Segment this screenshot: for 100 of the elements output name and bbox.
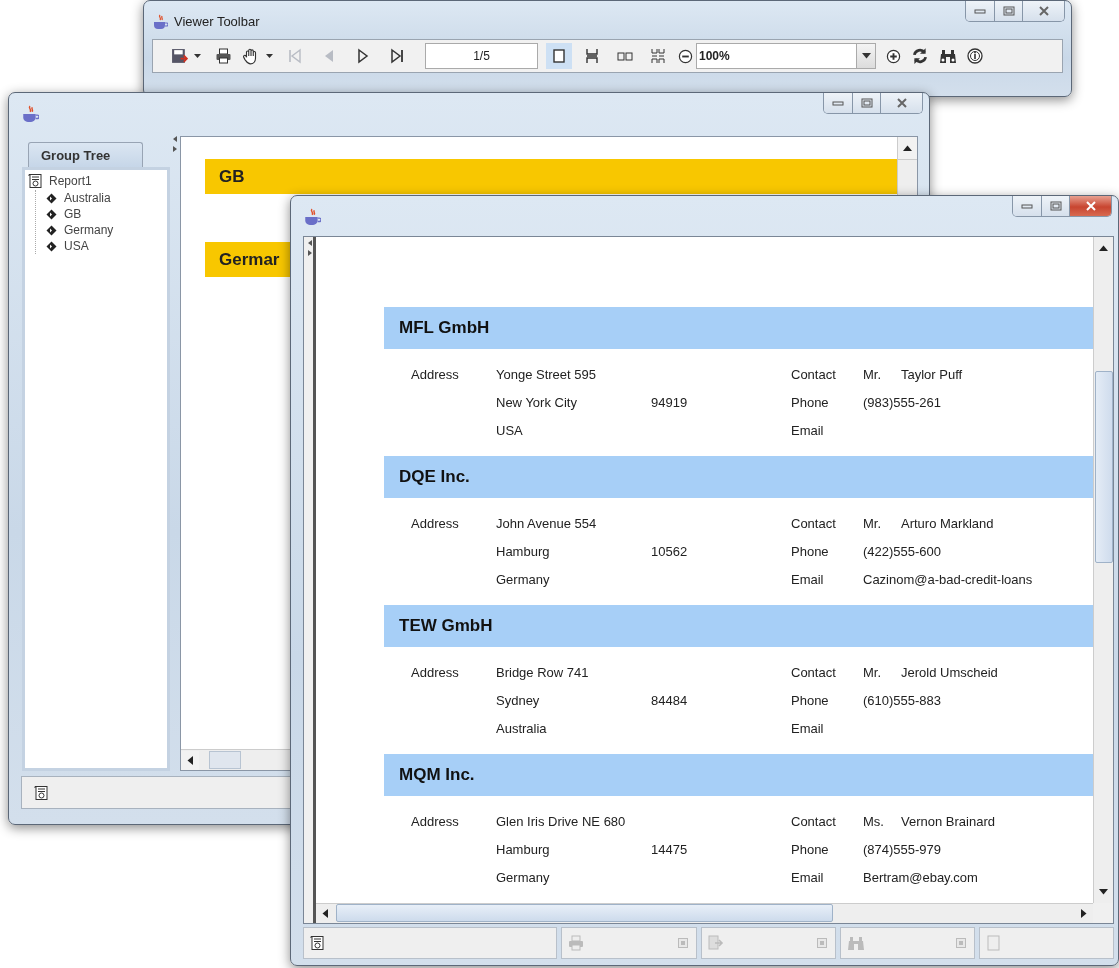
field-text: Address <box>411 367 460 383</box>
scroll-down-icon[interactable] <box>1099 888 1108 895</box>
field-text: (422)555-600 <box>863 544 943 560</box>
field-text: Mr. <box>863 367 883 383</box>
field-text: (874)555-979 <box>863 842 943 858</box>
maximize-icon[interactable] <box>860 98 873 108</box>
scrollbar-thumb[interactable] <box>336 904 833 923</box>
cup-icon <box>152 14 168 30</box>
field-text: Email <box>791 870 825 886</box>
caret-icon[interactable] <box>266 53 273 59</box>
field-text: Contact <box>791 814 837 830</box>
company-name: DQE Inc. <box>399 466 470 487</box>
node-icon <box>46 192 57 204</box>
field-text: Bertram@ebay.com <box>863 870 979 886</box>
maximize-button[interactable] <box>994 1 1022 21</box>
group-header: Germar <box>219 249 280 270</box>
field-text: Mr. <box>863 665 883 681</box>
printer-icon[interactable] <box>215 48 232 64</box>
close-icon[interactable] <box>895 98 908 108</box>
field-text: Phone <box>791 395 830 411</box>
field-text: Cazinom@a-bad-credit-loans <box>863 572 1034 588</box>
group-tree-tab[interactable]: Group Tree <box>28 142 143 167</box>
dropdown-button[interactable] <box>856 43 876 69</box>
caret-icon[interactable] <box>194 53 201 59</box>
maximize-icon[interactable] <box>1002 6 1015 16</box>
info-icon[interactable] <box>967 48 983 64</box>
next-page-icon[interactable] <box>355 48 371 64</box>
scroll-up-icon[interactable] <box>903 145 912 151</box>
field-text: 94919 <box>651 395 689 411</box>
tree-item[interactable]: USA <box>64 239 89 253</box>
field-text: Email <box>791 721 825 737</box>
close-button[interactable] <box>880 93 922 113</box>
field-text: Address <box>411 665 460 681</box>
field-text: Glen Iris Drive NE 680 <box>496 814 627 830</box>
tree-item[interactable]: Australia <box>64 191 111 205</box>
field-text: Email <box>791 572 825 588</box>
page-field[interactable]: 1/5 <box>425 43 538 69</box>
field-text: Phone <box>791 693 830 709</box>
field-text: (610)555-883 <box>863 693 943 709</box>
node-icon <box>46 208 57 220</box>
minimize-icon[interactable] <box>974 7 986 15</box>
splitter-arrows-icon[interactable] <box>172 135 178 153</box>
close-icon[interactable] <box>1037 6 1050 16</box>
scrollbar-thumb[interactable] <box>209 751 241 769</box>
report-icon <box>34 783 49 802</box>
minimize-icon[interactable] <box>1021 202 1033 210</box>
caret-icon[interactable] <box>861 53 871 59</box>
field-text: Hamburg <box>496 544 551 560</box>
field-text: Contact <box>791 367 837 383</box>
splitter-arrows-icon[interactable] <box>307 238 313 257</box>
scroll-up-icon[interactable] <box>1099 244 1108 251</box>
maximize-button[interactable] <box>1041 196 1069 216</box>
zoom-field[interactable]: 100% <box>696 43 856 69</box>
field-text: Phone <box>791 544 830 560</box>
continuous-page-icon[interactable] <box>584 48 600 64</box>
single-page-icon[interactable] <box>551 48 567 64</box>
report-icon <box>310 933 325 952</box>
close-button[interactable] <box>1069 196 1111 216</box>
close-button[interactable] <box>1022 1 1064 21</box>
multiple-pages-icon[interactable] <box>650 48 666 64</box>
binoculars-icon[interactable] <box>939 48 957 64</box>
field-text: Address <box>411 814 460 830</box>
field-text: Phone <box>791 842 830 858</box>
last-page-icon[interactable] <box>389 48 405 64</box>
maximize-button[interactable] <box>852 93 880 113</box>
field-text: Address <box>411 516 460 532</box>
field-text: Mr. <box>863 516 883 532</box>
company-name: TEW GmbH <box>399 615 493 636</box>
vertical-scrollbar[interactable] <box>1093 236 1113 903</box>
refresh-icon[interactable] <box>911 47 929 65</box>
scroll-up-button[interactable] <box>898 137 917 160</box>
field-text: Contact <box>791 665 837 681</box>
horizontal-scrollbar[interactable] <box>316 902 1093 923</box>
tree-item[interactable]: Report1 <box>49 174 92 188</box>
scroll-left-button[interactable] <box>181 750 199 770</box>
save-icon[interactable] <box>171 47 188 65</box>
scrollbar-thumb[interactable] <box>1094 370 1113 563</box>
field-text: Yonge Street 595 <box>496 367 597 383</box>
tree-item[interactable]: GB <box>64 207 82 221</box>
field-text: Arturo Markland <box>901 516 995 532</box>
minimize-icon[interactable] <box>832 99 844 107</box>
company-name: MQM Inc. <box>399 764 475 785</box>
field-text: John Avenue 554 <box>496 516 598 532</box>
field-text: Vernon Brainard <box>901 814 996 830</box>
field-text: (983)555-261 <box>863 395 943 411</box>
zoom-in-icon[interactable] <box>886 48 901 64</box>
field-text: Bridge Row 741 <box>496 665 590 681</box>
maximize-icon[interactable] <box>1049 201 1062 211</box>
scroll-left-icon[interactable] <box>322 908 328 918</box>
field-text: Jerold Umscheid <box>901 665 999 681</box>
company-name: MFL GmbH <box>399 317 490 338</box>
field-text: Ms. <box>863 814 885 830</box>
field-text: Sydney <box>496 693 541 709</box>
tree-item[interactable]: Germany <box>64 223 114 237</box>
zoom-out-icon[interactable] <box>678 48 693 64</box>
field-text: Contact <box>791 516 837 532</box>
group-header: GB <box>219 166 245 187</box>
scroll-right-icon[interactable] <box>1081 908 1087 918</box>
field-text: 10562 <box>651 544 689 560</box>
scroll-left-icon[interactable] <box>187 755 193 765</box>
